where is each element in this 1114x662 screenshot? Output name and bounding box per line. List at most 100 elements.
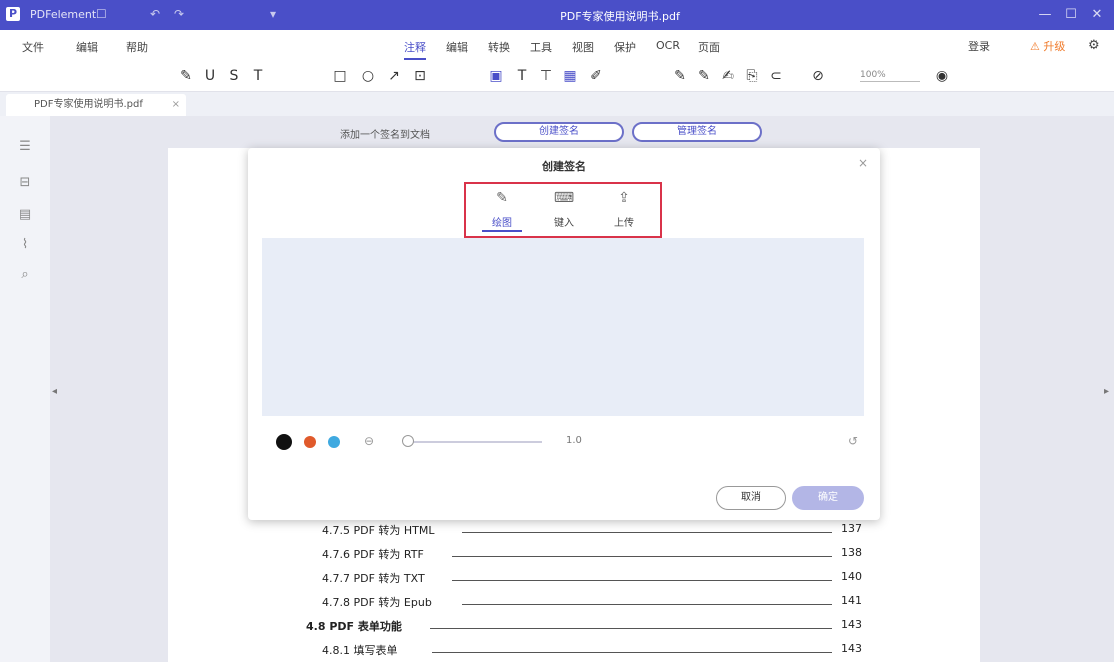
toc-leader [430,628,832,629]
toc-page: 141 [841,594,862,607]
upgrade-link[interactable]: ⚠ 升级 [1030,38,1065,54]
sticky-note-icon[interactable]: ▣ [486,66,506,86]
highlight-icon[interactable]: ✎ [176,66,196,86]
toc-leader [462,532,832,533]
attachment-panel-icon[interactable]: ⌇ [16,236,34,254]
thumbnail-icon[interactable]: ☰ [16,138,34,156]
manage-signature-button[interactable]: 管理签名 [632,122,762,142]
quick-access-dropdown-icon[interactable]: ▾ [270,7,276,21]
mode-draw-label: 绘图 [482,214,522,232]
tab-tools[interactable]: 工具 [530,39,552,55]
toc-title: 4.7.7 PDF 转为 TXT [322,572,425,585]
clear-icon[interactable]: ↺ [848,434,858,448]
left-sidebar: ☰ ⊟ ▤ ⌇ ⌕ [0,116,50,662]
toc-page: 140 [841,570,862,583]
toc-row[interactable]: 4.7.7 PDF 转为 TXT 140 [322,568,862,586]
tab-protect[interactable]: 保护 [614,39,636,55]
pen-width-slider[interactable] [408,441,542,443]
cancel-button[interactable]: 取消 [716,486,786,510]
title-bar: P PDFelement ☐ ↶ ↷ ▾ PDF专家使用说明书.pdf — ☐ … [0,0,1114,30]
color-blue-swatch[interactable] [328,436,340,448]
close-tab-icon[interactable]: × [172,94,180,116]
document-tab-strip: PDF专家使用说明书.pdf × [0,92,1114,116]
document-tab[interactable]: PDF专家使用说明书.pdf × [6,94,186,116]
pen-options-row: ⊖ 1.0 ↺ [248,430,880,454]
textbox-icon[interactable]: T [512,66,532,86]
menu-file[interactable]: 文件 [22,39,44,55]
toc-row[interactable]: 4.8 PDF 表单功能 143 [306,616,862,634]
document-tab-label: PDF专家使用说明书.pdf [34,99,143,110]
maximize-button[interactable]: ☐ [1060,6,1082,24]
eraser-icon[interactable]: ✎ [694,66,714,86]
underline-icon[interactable]: U [200,66,220,86]
toc-row[interactable]: 4.7.8 PDF 转为 Epub 141 [322,592,862,610]
toc-row[interactable]: 4.7.5 PDF 转为 HTML 137 [322,520,862,538]
window-title: PDF专家使用说明书.pdf [560,10,680,23]
comment-list-icon[interactable]: ▤ [16,206,34,224]
dialog-close-icon[interactable]: × [858,156,868,170]
create-signature-button[interactable]: 创建签名 [494,122,624,142]
pen-icon[interactable]: ✐ [586,66,606,86]
bookmark-icon[interactable]: ⊟ [16,174,34,192]
toc-leader [432,652,832,653]
menu-edit[interactable]: 编辑 [76,39,98,55]
toc-row[interactable]: 4.7.6 PDF 转为 RTF 138 [322,544,862,562]
previous-page-arrow-icon[interactable]: ◂ [52,386,57,397]
mode-upload-label: 上传 [614,218,634,229]
minimize-button[interactable]: — [1034,6,1056,24]
tab-view[interactable]: 视图 [572,39,594,55]
settings-icon[interactable]: ⚙ [1088,38,1100,53]
eye-icon[interactable]: ◉ [932,66,952,86]
upload-icon: ⇪ [618,190,630,206]
tab-convert[interactable]: 转换 [488,39,510,55]
text-comment-icon[interactable]: T [248,66,268,86]
area-icon[interactable]: ⊡ [410,66,430,86]
callout-icon[interactable]: ⊤ [536,66,556,86]
pen-width-value: 1.0 [566,435,582,446]
toc-leader [462,604,832,605]
app-name: PDFelement [30,8,97,21]
mode-type-label: 键入 [554,218,574,229]
tab-ocr[interactable]: OCR [656,39,680,52]
tab-page[interactable]: 页面 [698,39,720,55]
mode-type-tab[interactable]: ⌨ 键入 [544,188,584,234]
draw-icon: ✎ [496,190,508,206]
keyboard-icon: ⌨ [553,190,575,206]
rectangle-icon[interactable]: □ [330,66,350,86]
toc-leader [452,580,832,581]
signature-icon[interactable]: ✍ [718,66,738,86]
dialog-title: 创建签名 [542,160,586,173]
signature-mode-tabs: ✎ 绘图 ⌨ 键入 ⇪ 上传 [464,182,662,238]
mode-draw-tab[interactable]: ✎ 绘图 [482,188,522,234]
mode-upload-tab[interactable]: ⇪ 上传 [604,188,644,234]
tab-comment[interactable]: 注释 [404,39,426,60]
save-quick-icon[interactable]: ☐ [96,7,107,21]
undo-icon[interactable]: ↶ [150,7,160,21]
create-signature-dialog: 创建签名 × ✎ 绘图 ⌨ 键入 ⇪ 上传 ⊖ 1.0 ↺ 取消 确定 [248,148,880,520]
close-window-button[interactable]: ✕ [1086,6,1108,24]
toc-row[interactable]: 4.8.1 填写表单 143 [322,640,862,658]
attachment-icon[interactable]: ⎘ [742,66,762,86]
redo-icon[interactable]: ↷ [174,7,184,21]
tab-edit[interactable]: 编辑 [446,39,468,55]
strikethrough-icon[interactable]: S [224,66,244,86]
next-page-arrow-icon[interactable]: ▸ [1104,386,1109,397]
link-icon[interactable]: ⊂ [766,66,786,86]
menu-help[interactable]: 帮助 [126,39,148,55]
login-link[interactable]: 登录 [968,38,990,54]
toc-page: 138 [841,546,862,559]
color-orange-swatch[interactable] [304,436,316,448]
signature-draw-area[interactable] [262,238,864,416]
toc-page: 143 [841,642,862,655]
color-black-swatch[interactable] [276,434,292,450]
ok-button[interactable]: 确定 [792,486,864,510]
stamp-icon[interactable]: ▦ [560,66,580,86]
pencil-icon[interactable]: ✎ [670,66,690,86]
ellipse-icon[interactable]: ○ [358,66,378,86]
pen-thickness-icon: ⊖ [364,434,375,448]
pen-width-slider-knob[interactable] [402,435,414,447]
search-icon[interactable]: ⌕ [16,266,34,284]
hide-annotation-icon[interactable]: ⊘ [808,66,828,86]
zoom-field[interactable]: 100% [860,70,920,82]
arrow-icon[interactable]: ↗ [384,66,404,86]
